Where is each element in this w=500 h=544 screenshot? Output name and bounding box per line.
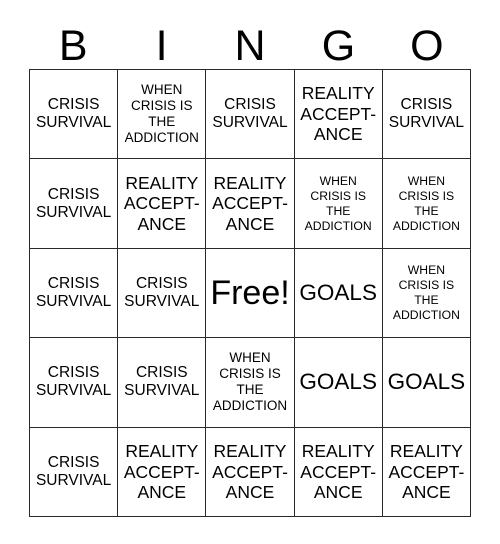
bingo-cell-r3c2[interactable]: CRISIS SURVIVAL [118, 248, 207, 339]
bingo-cell-label: REALITY ACCEPT- ANCE [300, 83, 377, 145]
bingo-cell-r5c3[interactable]: REALITY ACCEPT- ANCE [206, 427, 295, 517]
bingo-cell-r3c5[interactable]: WHEN CRISIS IS THE ADDICTION [382, 248, 471, 339]
bingo-grid: CRISIS SURVIVAL WHEN CRISIS IS THE ADDICT… [29, 69, 471, 517]
bingo-cell-label: REALITY ACCEPT- ANCE [123, 172, 200, 234]
bingo-cell-r1c3[interactable]: CRISIS SURVIVAL [206, 70, 295, 160]
bingo-cell-r1c4[interactable]: REALITY ACCEPT- ANCE [294, 70, 383, 160]
bingo-cell-label: REALITY ACCEPT- ANCE [300, 441, 377, 503]
bingo-cell-label: REALITY ACCEPT- ANCE [212, 441, 288, 503]
bingo-cell-label: Free! [210, 273, 290, 312]
bingo-cell-label: CRISIS SURVIVAL [35, 274, 112, 310]
bingo-cell-label: CRISIS SURVIVAL [212, 96, 288, 132]
bingo-header-letter-o: O [410, 22, 444, 70]
bingo-header-letter-n: N [234, 22, 266, 70]
bingo-cell-r4c1[interactable]: CRISIS SURVIVAL [30, 338, 119, 428]
bingo-header-letter-g: G [321, 22, 356, 70]
bingo-cell-label: WHEN CRISIS IS THE ADDICTION [212, 350, 288, 414]
bingo-cell-label: WHEN CRISIS IS THE ADDICTION [392, 262, 460, 322]
bingo-cell-label: WHEN CRISIS IS THE ADDICTION [392, 173, 460, 233]
bingo-cell-r1c2[interactable]: WHEN CRISIS IS THE ADDICTION [118, 70, 207, 160]
bingo-cell-label: GOALS [387, 369, 466, 395]
bingo-cell-r2c1[interactable]: CRISIS SURVIVAL [30, 159, 119, 249]
bingo-free-space[interactable]: Free! [206, 248, 295, 339]
bingo-cell-label: CRISIS SURVIVAL [35, 96, 112, 132]
bingo-cell-r2c5[interactable]: WHEN CRISIS IS THE ADDICTION [382, 159, 471, 249]
bingo-cell-r4c4[interactable]: GOALS [294, 338, 383, 428]
bingo-cell-r3c1[interactable]: CRISIS SURVIVAL [30, 248, 119, 339]
bingo-cell-r5c1[interactable]: CRISIS SURVIVAL [30, 427, 119, 517]
bingo-cell-label: CRISIS SURVIVAL [35, 453, 112, 489]
bingo-cell-label: CRISIS SURVIVAL [124, 364, 200, 400]
bingo-cell-label: CRISIS SURVIVAL [35, 364, 112, 400]
bingo-cell-label: CRISIS SURVIVAL [388, 96, 465, 132]
bingo-cell-label: GOALS [299, 279, 377, 305]
bingo-cell-label: REALITY ACCEPT- ANCE [123, 441, 200, 503]
bingo-cell-r4c5[interactable]: GOALS [382, 338, 471, 428]
bingo-cell-label: REALITY ACCEPT- ANCE [212, 172, 288, 234]
bingo-cell-label: WHEN CRISIS IS THE ADDICTION [304, 173, 372, 233]
bingo-cell-r4c3[interactable]: WHEN CRISIS IS THE ADDICTION [206, 338, 295, 428]
bingo-card: B I N G O CRISIS SURVIVAL WHEN CRISIS IS THE … [0, 0, 500, 544]
bingo-cell-label: REALITY ACCEPT- ANCE [388, 441, 465, 503]
bingo-cell-r2c4[interactable]: WHEN CRISIS IS THE ADDICTION [294, 159, 383, 249]
bingo-cell-r1c1[interactable]: CRISIS SURVIVAL [30, 70, 119, 160]
bingo-cell-r5c5[interactable]: REALITY ACCEPT- ANCE [382, 427, 471, 517]
bingo-cell-label: GOALS [299, 369, 377, 395]
bingo-header-letter-i: I [155, 22, 168, 70]
bingo-cell-r4c2[interactable]: CRISIS SURVIVAL [118, 338, 207, 428]
bingo-cell-r5c4[interactable]: REALITY ACCEPT- ANCE [294, 427, 383, 517]
bingo-header-letter-b: B [58, 22, 88, 70]
bingo-cell-label: CRISIS SURVIVAL [35, 185, 112, 221]
bingo-cell-r2c2[interactable]: REALITY ACCEPT- ANCE [118, 159, 207, 249]
bingo-cell-r1c5[interactable]: CRISIS SURVIVAL [382, 70, 471, 160]
bingo-cell-r2c3[interactable]: REALITY ACCEPT- ANCE [206, 159, 295, 249]
bingo-header: BINGO [29, 18, 471, 68]
bingo-cell-label: WHEN CRISIS IS THE ADDICTION [124, 82, 199, 146]
bingo-cell-label: CRISIS SURVIVAL [124, 274, 200, 310]
bingo-cell-r3c4[interactable]: GOALS [294, 248, 383, 339]
bingo-cell-r5c2[interactable]: REALITY ACCEPT- ANCE [118, 427, 207, 517]
